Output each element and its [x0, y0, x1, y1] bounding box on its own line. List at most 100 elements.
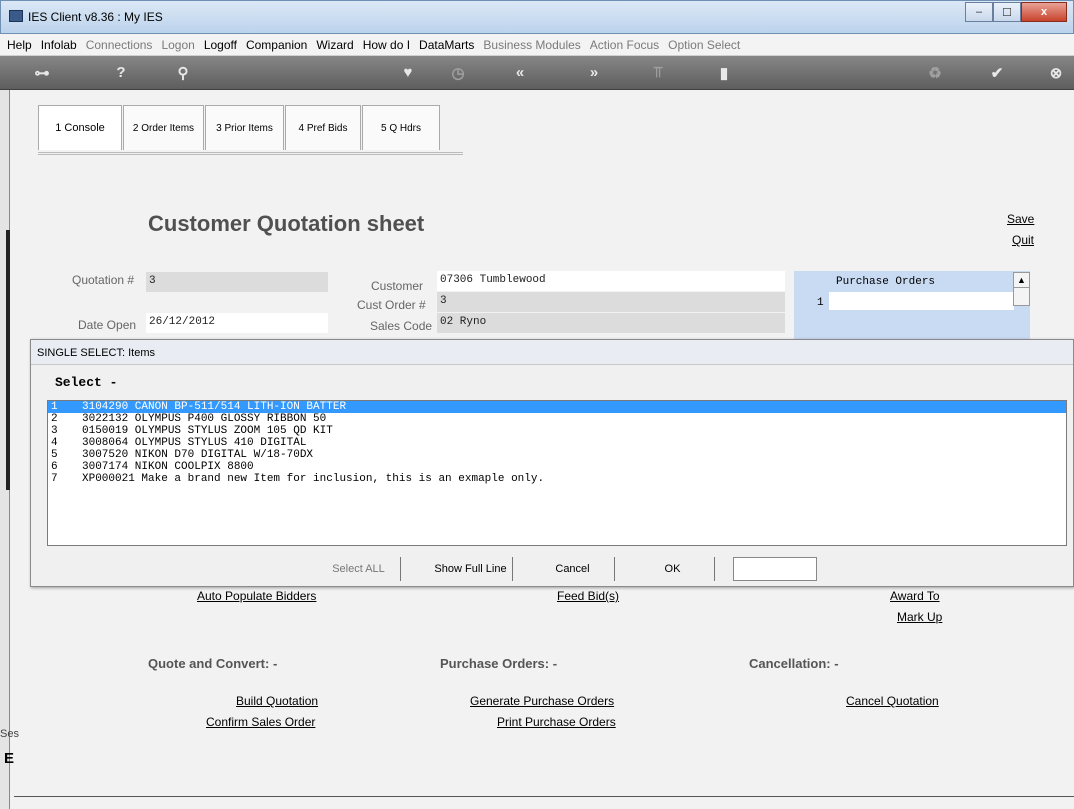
select-input[interactable] — [733, 557, 817, 581]
help-icon[interactable]: ? — [109, 64, 133, 81]
tab-strip: 1 Console 2 Order Items 3 Prior Items 4 … — [38, 105, 463, 155]
purchase-order-row-number: 1 — [817, 297, 824, 309]
list-item[interactable]: 6 3007174 NIKON COOLPIX 8800 — [48, 461, 1066, 473]
purchase-orders-scrollbar[interactable]: ▲ — [1013, 272, 1030, 306]
mark-up-link[interactable]: Mark Up — [897, 610, 942, 624]
tab-prior-items[interactable]: 3 Prior Items — [205, 105, 284, 150]
cancel-button[interactable]: Cancel — [531, 557, 615, 581]
item-text: 3007520 NIKON D70 DIGITAL W/18-70DX — [82, 449, 314, 461]
tab-pref-bids[interactable]: 4 Pref Bids — [285, 105, 361, 150]
menu-connections[interactable]: Connections — [86, 38, 153, 52]
tab-console[interactable]: 1 Console — [38, 105, 122, 150]
item-number: 2 — [51, 413, 58, 425]
customer-label: Customer — [371, 279, 424, 293]
auto-populate-bidders-link[interactable]: Auto Populate Bidders — [197, 589, 316, 603]
menu-option-select[interactable]: Option Select — [668, 38, 740, 52]
session-label: Ses — [0, 728, 19, 740]
build-quotation-link[interactable]: Build Quotation — [236, 694, 318, 708]
close-window-button[interactable]: x — [1021, 2, 1067, 22]
item-text: 3022132 OLYMPUS P400 GLOSSY RIBBON 50 — [82, 413, 327, 425]
item-number: 7 — [51, 473, 58, 485]
item-number: 4 — [51, 437, 58, 449]
feed-bids-link[interactable]: Feed Bid(s) — [557, 589, 619, 603]
check-icon[interactable]: ✔ — [985, 64, 1009, 82]
tools-icon[interactable]: ⫪ — [646, 64, 670, 81]
show-full-line-button[interactable]: Show Full Line — [429, 557, 513, 581]
menu-wizard[interactable]: Wizard — [316, 38, 353, 52]
window-controls: – ☐ x — [965, 2, 1067, 22]
menu-business-modules[interactable]: Business Modules — [483, 38, 580, 52]
purchase-orders-header: Purchase Orders — [836, 276, 936, 288]
maximize-button[interactable]: ☐ — [993, 2, 1021, 22]
cancel-quotation-link[interactable]: Cancel Quotation — [846, 694, 939, 708]
tab-q-hdrs[interactable]: 5 Q Hdrs — [362, 105, 440, 150]
save-link[interactable]: Save — [1007, 212, 1034, 226]
item-text: XP000021 Make a brand new Item for inclu… — [82, 473, 545, 485]
customer-field[interactable]: 07306 Tumblewood — [437, 271, 785, 291]
window-title: IES Client v8.36 : My IES — [28, 10, 163, 24]
menu-logon[interactable]: Logon — [161, 38, 194, 52]
quotation-label: Quotation # — [72, 273, 135, 287]
list-item[interactable]: 3 0150019 OLYMPUS STYLUS ZOOM 105 QD KIT — [48, 425, 1066, 437]
tab-order-items[interactable]: 2 Order Items — [123, 105, 204, 150]
single-select-dialog: SINGLE SELECT: Items Select - 1 3104290 C… — [30, 339, 1074, 587]
menu-logoff[interactable]: Logoff — [204, 38, 237, 52]
list-item[interactable]: 2 3022132 OLYMPUS P400 GLOSSY RIBBON 50 — [48, 413, 1066, 425]
quote-convert-heading: Quote and Convert: - — [148, 656, 278, 671]
minimize-button[interactable]: – — [965, 2, 993, 22]
clock-icon[interactable]: ◷ — [446, 64, 470, 82]
item-text: 3008064 OLYMPUS STYLUS 410 DIGITAL — [82, 437, 307, 449]
page-title: Customer Quotation sheet — [148, 211, 425, 236]
dialog-title: SINGLE SELECT: Items — [31, 340, 1073, 365]
sales-code-field[interactable]: 02 Ryno — [437, 313, 785, 333]
page-icon[interactable]: ▮ — [712, 64, 736, 82]
back-icon[interactable]: « — [508, 64, 532, 81]
window-titlebar: IES Client v8.36 : My IES – ☐ x — [0, 0, 1074, 34]
list-item[interactable]: 7 XP000021 Make a brand new Item for incl… — [48, 473, 1066, 485]
list-item[interactable]: 1 3104290 CANON BP-511/514 LITH-ION BATTE… — [48, 401, 1066, 413]
item-text: 3104290 CANON BP-511/514 LITH-ION BATTER — [82, 401, 347, 413]
purchase-orders-heading: Purchase Orders: - — [440, 656, 558, 671]
menu-bar: Help Infolab Connections Logon Logoff Co… — [0, 34, 1074, 56]
quotation-field[interactable]: 3 — [146, 272, 328, 292]
item-number: 5 — [51, 449, 58, 461]
scroll-up-icon[interactable]: ▲ — [1014, 273, 1029, 288]
item-text: 3007174 NIKON COOLPIX 8800 — [82, 461, 254, 473]
item-text: 0150019 OLYMPUS STYLUS ZOOM 105 QD KIT — [82, 425, 333, 437]
menu-help[interactable]: Help — [7, 38, 32, 52]
left-strip — [0, 90, 10, 809]
exit-icon[interactable]: ⊗ — [1044, 64, 1068, 82]
purchase-order-row[interactable] — [829, 292, 1014, 310]
forward-icon[interactable]: » — [582, 64, 606, 81]
print-purchase-orders-link[interactable]: Print Purchase Orders — [497, 715, 616, 729]
heart-icon[interactable]: ♥ — [396, 64, 420, 81]
list-item[interactable]: 5 3007520 NIKON D70 DIGITAL W/18-70DX — [48, 449, 1066, 461]
item-number: 6 — [51, 461, 58, 473]
dialog-buttons: Select ALL Show Full Line Cancel OK — [31, 557, 1073, 583]
item-number: 1 — [51, 401, 58, 413]
confirm-sales-order-link[interactable]: Confirm Sales Order — [206, 715, 315, 729]
search-icon[interactable]: ⚲ — [171, 64, 195, 82]
menu-infolab[interactable]: Infolab — [41, 38, 77, 52]
select-all-button[interactable]: Select ALL — [317, 557, 401, 581]
cust-order-label: Cust Order # — [357, 298, 426, 312]
cust-order-field[interactable]: 3 — [437, 292, 785, 312]
items-list[interactable]: 1 3104290 CANON BP-511/514 LITH-ION BATTE… — [47, 400, 1067, 546]
session-marker: E — [4, 750, 15, 767]
menu-action-focus[interactable]: Action Focus — [590, 38, 659, 52]
cancellation-heading: Cancellation: - — [749, 656, 839, 671]
ok-button[interactable]: OK — [631, 557, 715, 581]
menu-how-do-i[interactable]: How do I — [363, 38, 410, 52]
recycle-icon[interactable]: ♻ — [923, 64, 947, 82]
bottom-divider — [14, 796, 1074, 797]
generate-purchase-orders-link[interactable]: Generate Purchase Orders — [470, 694, 614, 708]
select-label: Select - — [55, 375, 118, 390]
list-item[interactable]: 4 3008064 OLYMPUS STYLUS 410 DIGITAL — [48, 437, 1066, 449]
toolbar: ⊶ ? ⚲ ♥ ◷ « » ⫪ ▮ ♻ ✔ ⊗ — [0, 56, 1074, 90]
menu-companion[interactable]: Companion — [246, 38, 307, 52]
award-to-link[interactable]: Award To — [890, 589, 940, 603]
date-open-field[interactable]: 26/12/2012 — [146, 313, 328, 333]
key-icon[interactable]: ⊶ — [30, 64, 54, 82]
menu-datamarts[interactable]: DataMarts — [419, 38, 474, 52]
quit-link[interactable]: Quit — [1012, 233, 1034, 247]
